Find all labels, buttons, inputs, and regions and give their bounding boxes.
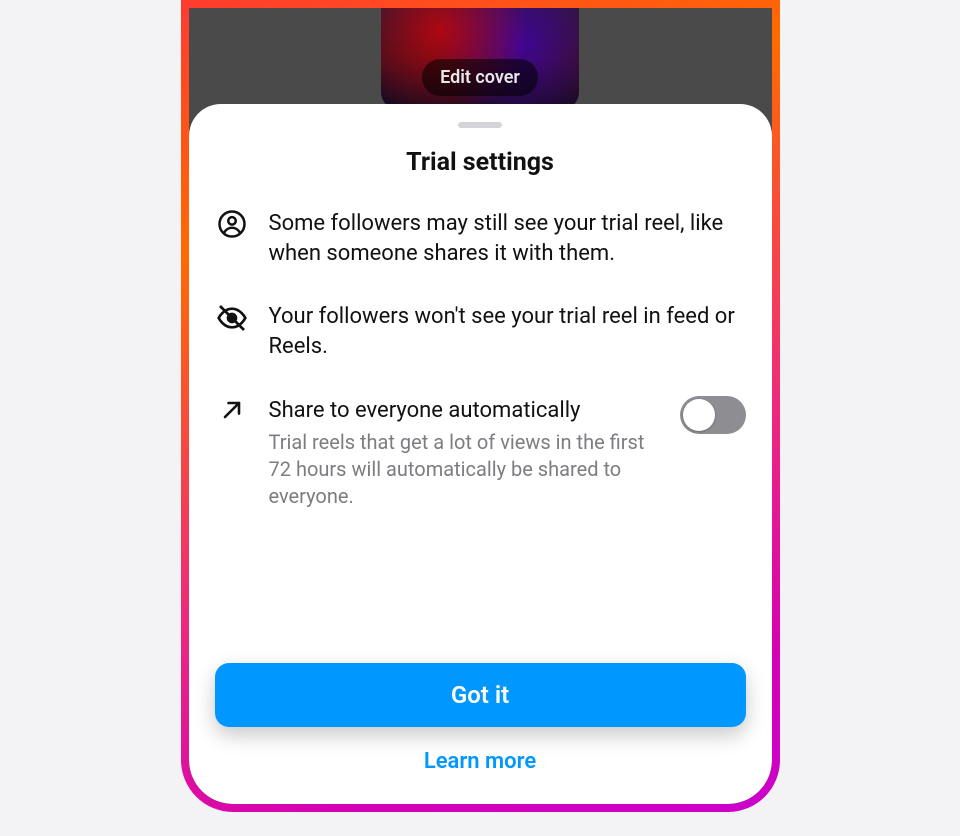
- toggle-knob: [683, 399, 715, 431]
- got-it-label: Got it: [451, 681, 509, 709]
- got-it-button[interactable]: Got it: [215, 663, 746, 727]
- device-frame: Edit cover Trial settings Some foll: [181, 0, 780, 812]
- page-background: Edit cover Trial settings Some foll: [0, 0, 960, 836]
- learn-more-link[interactable]: Learn more: [215, 749, 746, 774]
- arrow-up-right-icon: [215, 396, 249, 430]
- share-automatically-toggle[interactable]: [680, 396, 746, 434]
- info-row-followers-wont-see: Your followers won't see your trial reel…: [215, 302, 746, 361]
- person-circle-icon: [215, 209, 249, 243]
- setting-row-subtitle: Trial reels that get a lot of views in t…: [269, 429, 656, 510]
- device-screen: Edit cover Trial settings Some foll: [189, 8, 772, 804]
- setting-row-share-automatically: Share to everyone automatically Trial re…: [215, 396, 746, 511]
- edit-cover-button[interactable]: Edit cover: [422, 59, 538, 96]
- sheet-grabber[interactable]: [458, 122, 502, 128]
- info-row-followers-may-see: Some followers may still see your trial …: [215, 209, 746, 268]
- eye-off-icon: [215, 302, 249, 336]
- sheet-title: Trial settings: [215, 148, 746, 177]
- cover-thumbnail: Edit cover: [381, 8, 579, 110]
- info-row-text: Some followers may still see your trial …: [269, 209, 746, 268]
- trial-settings-sheet: Trial settings Some followers may still …: [189, 104, 772, 804]
- edit-cover-label: Edit cover: [440, 67, 520, 88]
- info-row-text: Your followers won't see your trial reel…: [269, 302, 746, 361]
- learn-more-label: Learn more: [424, 749, 536, 774]
- setting-row-title: Share to everyone automatically: [269, 396, 656, 426]
